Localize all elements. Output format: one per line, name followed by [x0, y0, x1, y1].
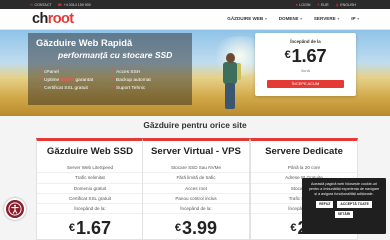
plan-feature: Începând de la:	[143, 204, 249, 215]
accessibility-icon	[8, 202, 22, 216]
check-icon: ✓	[110, 78, 115, 83]
plan-feature: Acces root	[143, 184, 249, 194]
chevron-down-icon: ▼	[356, 17, 360, 21]
hero-feature-list: ✓ cPanel ✓ Acces SSH ✓ Uptime 99.9% garanta…	[38, 70, 188, 91]
plan-feature: Începând de la:	[37, 204, 143, 215]
plan-feature: Panou control inclus	[143, 194, 249, 205]
plan-price: €3.99	[174, 218, 218, 239]
plan-feature: Stocare SSD Sau NVMe	[143, 163, 249, 174]
main-nav: GĂZDUIRE WEB▼ DOMENII▼ SERVERE▼ IP▼	[227, 16, 360, 21]
hero-price: €1.67	[284, 45, 327, 66]
plan-title: Servere Dedicate	[265, 146, 343, 157]
envelope-icon: ✉	[30, 2, 34, 7]
hero-feature: ✓ Uptime 99.9% garantat	[38, 78, 94, 83]
login-link[interactable]: ● LOGIN	[296, 3, 311, 7]
price-from-label: Începând de la	[290, 39, 321, 44]
plan-price: €1.67	[68, 218, 112, 239]
contact-link[interactable]: ✉ CONTACT	[30, 3, 52, 7]
cookie-settings-button[interactable]: SETĂRI	[334, 210, 354, 219]
cookie-consent-popup: Această pagină web folosește cookie-uri …	[302, 178, 386, 234]
nav-item-hosting[interactable]: GĂZDUIRE WEB▼	[227, 16, 267, 21]
plan-feature: Trafic nelimitat	[37, 173, 143, 184]
nav-item-servers[interactable]: SERVERE▼	[314, 16, 340, 21]
hero-feature: ✓ Certificat SSL gratuit	[38, 86, 88, 91]
plan-feature: Până la 20 core	[251, 163, 357, 174]
phone-link[interactable]: ☎ +4 0314 159 900	[58, 3, 91, 7]
plan-feature-list: Server Web LiteSpeed Trafic nelimitat Do…	[37, 163, 143, 215]
plan-feature: Fără limită de trafic	[143, 173, 249, 184]
plan-title: Găzduire Web SSD	[46, 146, 134, 157]
cookie-buttons-row2: SETĂRI	[308, 210, 380, 219]
nav-item-ip[interactable]: IP▼	[351, 16, 360, 21]
check-icon: ✓	[38, 70, 43, 75]
plan-feature: Domeniu gratuit	[37, 184, 143, 194]
globe-icon: ◍	[335, 2, 339, 7]
currency-icon: €	[317, 2, 320, 7]
check-icon: ✓	[110, 86, 115, 91]
check-icon: ✓	[110, 70, 115, 75]
hero-feature: ✓ Backup automat	[110, 78, 151, 83]
plan-feature: Server Web LiteSpeed	[37, 163, 143, 174]
hero-feature: ✓ Suport Tehnic	[110, 86, 146, 91]
chevron-down-icon: ▼	[299, 17, 303, 21]
logo[interactable]: chroot	[32, 11, 74, 27]
phone-icon: ☎	[57, 2, 63, 7]
hero-price-card: Începând de la €1.67 /lună ÎNCEPE ACUM	[255, 33, 356, 96]
plan-card-vps[interactable]: Server Virtual - VPS Stocare SSD Sau NVM…	[142, 138, 250, 240]
check-icon: ✓	[38, 86, 43, 91]
hero-banner: Găzduire Web Rapidă performanță cu stoca…	[0, 30, 390, 116]
cookie-buttons: REFUZ ACCEPTĂ TOATE	[308, 200, 380, 208]
hero-person-image	[220, 53, 242, 109]
chevron-down-icon: ▼	[336, 17, 341, 21]
user-icon: ●	[295, 2, 298, 7]
cookie-text: Această pagină web folosește cookie-uri …	[308, 182, 380, 197]
plan-title: Server Virtual - VPS	[151, 146, 241, 157]
hero-feature: ✓ cPanel	[38, 70, 59, 75]
section-title: Găzduire pentru orice site	[143, 120, 247, 130]
price-period: /lună	[301, 68, 310, 73]
currency-selector[interactable]: € EUR	[317, 3, 328, 7]
plan-feature: Certificat SSL gratuit	[37, 194, 143, 205]
accessibility-button[interactable]	[4, 198, 26, 220]
chevron-down-icon: ▼	[264, 17, 268, 21]
site-header: chroot GĂZDUIRE WEB▼ DOMENII▼ SERVERE▼ I…	[0, 9, 390, 30]
language-selector[interactable]: ◍ ENGLISH	[336, 3, 356, 7]
check-icon: ✓	[38, 78, 43, 83]
nav-item-domains[interactable]: DOMENII▼	[279, 16, 303, 21]
hero-feature: ✓ Acces SSH	[110, 70, 141, 75]
top-bar: ✉ CONTACT ☎ +4 0314 159 900 ● LOGIN € EUR ◍ E…	[0, 0, 390, 9]
hero-title: Găzduire Web Rapidă	[36, 37, 133, 48]
plan-card-web-ssd[interactable]: Găzduire Web SSD Server Web LiteSpeed Tr…	[36, 138, 144, 240]
cookie-accept-button[interactable]: ACCEPTĂ TOATE	[337, 200, 372, 208]
plan-feature-list: Stocare SSD Sau NVMe Fără limită de traf…	[143, 163, 249, 215]
hero-subtitle: performanță cu stocare SSD	[58, 50, 173, 60]
start-now-button[interactable]: ÎNCEPE ACUM	[267, 80, 344, 88]
cookie-decline-button[interactable]: REFUZ	[316, 200, 334, 208]
